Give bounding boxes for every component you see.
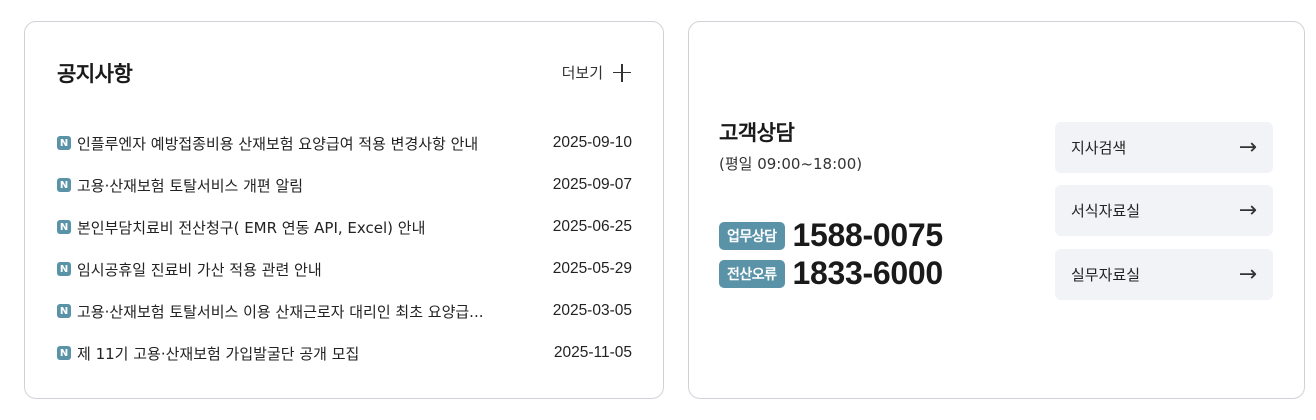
notice-item-title: 고용·산재보험 토탈서비스 이용 산재근로자 대리인 최초 요양급...: [77, 302, 484, 321]
quick-link-label: 서식자료실: [1071, 202, 1141, 220]
notice-list: N 인플루엔자 예방접종비용 산재보험 요양급여 적용 변경사항 안내 2025…: [57, 122, 632, 374]
notice-item-date: 2025-06-25: [552, 218, 632, 235]
phone-label-badge: 업무상담: [719, 221, 785, 250]
more-label: 더보기: [561, 64, 603, 82]
notice-item[interactable]: N 고용·산재보험 토탈서비스 개편 알림 2025-09-07: [57, 164, 632, 206]
notice-item-title: 인플루엔자 예방접종비용 산재보험 요양급여 적용 변경사항 안내: [77, 134, 479, 153]
contact-title: 고객상담: [719, 121, 795, 145]
notice-item-title: 본인부담치료비 전산청구( EMR 연동 API, Excel) 안내: [77, 218, 426, 237]
phone-label-badge: 전산오류: [719, 259, 785, 288]
notice-item-title: 제 11기 고용·산재보험 가입발굴단 공개 모집: [77, 344, 360, 363]
forms-library-button[interactable]: 서식자료실 →: [1055, 185, 1273, 236]
notice-item[interactable]: N 인플루엔자 예방접종비용 산재보험 요양급여 적용 변경사항 안내 2025…: [57, 122, 632, 164]
phone-number[interactable]: 1588-0075: [793, 217, 944, 254]
notice-item[interactable]: N 고용·산재보험 토탈서비스 이용 산재근로자 대리인 최초 요양급... 2…: [57, 290, 632, 332]
more-button[interactable]: 더보기: [562, 62, 631, 83]
arrow-right-icon: →: [1238, 134, 1257, 160]
notice-item-date: 2025-05-29: [552, 260, 632, 277]
phone-number[interactable]: 1833-6000: [793, 255, 944, 292]
new-badge-icon: N: [57, 262, 71, 276]
notice-item[interactable]: N 임시공휴일 진료비 가산 적용 관련 안내 2025-05-29: [57, 248, 632, 290]
notice-item-date: 2025-09-07: [552, 176, 632, 193]
branch-search-button[interactable]: 지사검색 →: [1055, 122, 1273, 173]
notice-item-date: 2025-03-05: [552, 302, 632, 319]
plus-icon: [613, 63, 631, 82]
arrow-right-icon: →: [1238, 261, 1257, 287]
notice-panel: 공지사항 더보기 N 인플루엔자 예방접종비용 산재보험 요양급여 적용 변경사…: [24, 21, 664, 399]
new-badge-icon: N: [57, 178, 71, 192]
phone-row-system-error: 전산오류 1833-6000: [719, 255, 943, 292]
contact-hours: (평일 09:00~18:00): [719, 155, 863, 173]
quick-link-label: 지사검색: [1071, 139, 1127, 157]
new-badge-icon: N: [57, 136, 71, 150]
quick-link-label: 실무자료실: [1071, 266, 1141, 284]
notice-item-title: 임시공휴일 진료비 가산 적용 관련 안내: [77, 260, 322, 279]
notice-item-date: 2025-09-10: [552, 134, 632, 151]
notice-item[interactable]: N 제 11기 고용·산재보험 가입발굴단 공개 모집 2025-11-05: [57, 332, 632, 374]
phone-row-business: 업무상담 1588-0075: [719, 217, 943, 254]
notice-item[interactable]: N 본인부담치료비 전산청구( EMR 연동 API, Excel) 안내 20…: [57, 206, 632, 248]
notice-item-title: 고용·산재보험 토탈서비스 개편 알림: [77, 176, 304, 195]
practice-library-button[interactable]: 실무자료실 →: [1055, 249, 1273, 300]
notice-title: 공지사항: [57, 62, 133, 86]
arrow-right-icon: →: [1238, 197, 1257, 223]
new-badge-icon: N: [57, 220, 71, 234]
contact-panel: 고객상담 (평일 09:00~18:00) 업무상담 1588-0075 전산오…: [688, 21, 1305, 399]
notice-item-date: 2025-11-05: [553, 344, 632, 361]
new-badge-icon: N: [57, 304, 71, 318]
new-badge-icon: N: [57, 346, 71, 360]
